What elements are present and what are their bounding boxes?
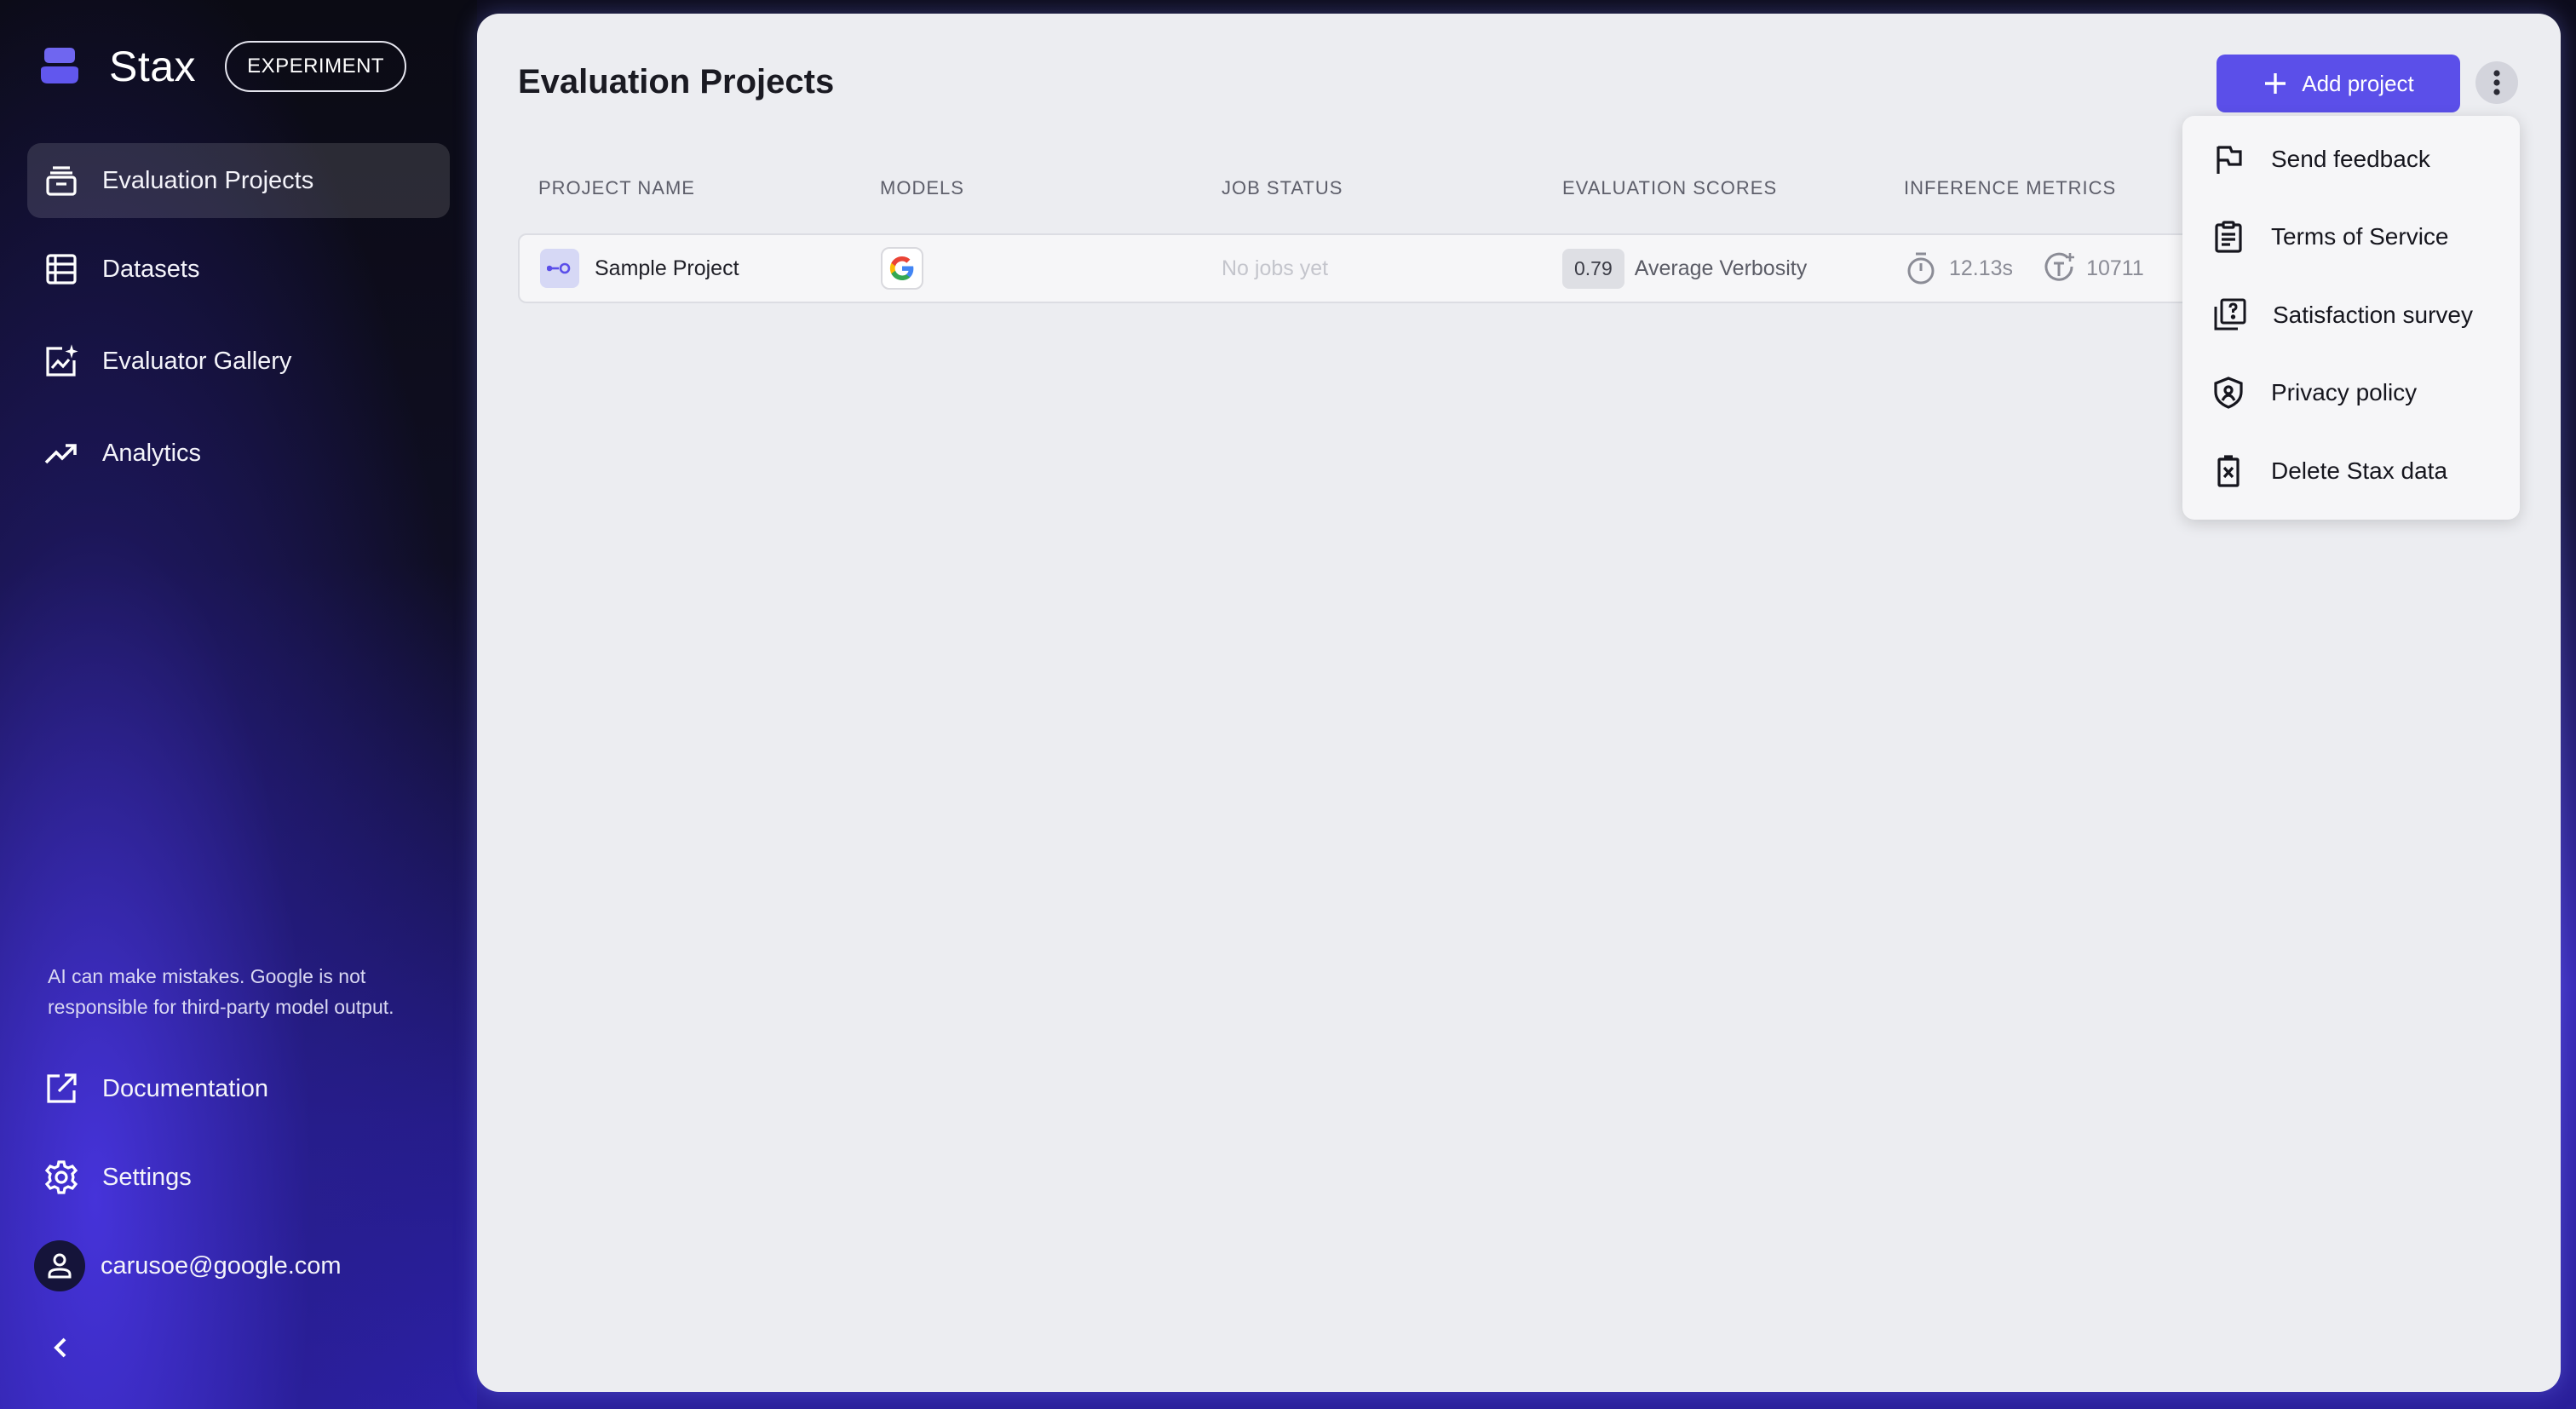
project-name: Sample Project — [595, 256, 739, 280]
user-email: carusoe@google.com — [101, 1251, 342, 1280]
column-header-models[interactable]: MODELS — [880, 177, 964, 199]
more-options-button[interactable] — [2475, 61, 2518, 104]
app-name: Stax — [109, 43, 197, 90]
menu-item-terms-of-service[interactable]: Terms of Service — [2182, 203, 2520, 271]
google-icon — [881, 247, 923, 290]
token-count: 10711 — [2086, 256, 2144, 280]
page-title: Evaluation Projects — [518, 63, 835, 101]
menu-item-privacy-policy[interactable]: Privacy policy — [2182, 359, 2520, 427]
documentation-link[interactable]: Documentation — [27, 1051, 450, 1126]
delete-data-icon — [2217, 455, 2240, 487]
disclaimer-text: AI can make mistakes. Google is not resp… — [48, 965, 394, 1018]
score-label: Average Verbosity — [1634, 256, 1808, 280]
column-header-project-name[interactable]: PROJECT NAME — [538, 177, 695, 199]
sidebar-item-datasets[interactable]: Datasets — [27, 232, 450, 307]
add-project-button[interactable]: Add project — [2217, 55, 2460, 112]
column-header-evaluation-scores[interactable]: EVALUATION SCORES — [1562, 177, 1777, 199]
trending-up-icon — [41, 433, 82, 474]
add-project-label: Add project — [2302, 70, 2414, 96]
sidebar-item-label: Evaluation Projects — [102, 166, 314, 194]
avatar — [34, 1240, 85, 1291]
sidebar-item-label: Evaluator Gallery — [102, 347, 292, 375]
dataset-icon — [41, 249, 82, 290]
sidebar-item-evaluator-gallery[interactable]: Evaluator Gallery — [27, 324, 450, 399]
sidebar-item-evaluation-projects[interactable]: Evaluation Projects — [27, 143, 450, 218]
latency-value: 12.13s — [1949, 256, 2014, 280]
documentation-label: Documentation — [102, 1074, 269, 1102]
sidebar-item-analytics[interactable]: Analytics — [27, 416, 450, 491]
evaluation-score-cell: 0.79 Average Verbosity — [1562, 235, 1807, 302]
menu-item-label: Satisfaction survey — [2273, 302, 2473, 328]
brand: Stax EXPERIMENT — [37, 41, 407, 92]
menu-item-label: Send feedback — [2271, 146, 2430, 172]
column-header-job-status[interactable]: JOB STATUS — [1222, 177, 1343, 199]
project-icon — [540, 249, 579, 288]
evaluator-gallery-icon — [41, 341, 82, 382]
column-header-inference-metrics[interactable]: INFERENCE METRICS — [1904, 177, 2116, 199]
experiment-badge: EXPERIMENT — [225, 41, 407, 92]
sidebar-item-label: Datasets — [102, 255, 200, 283]
score-value: 0.79 — [1562, 248, 1624, 289]
table-row[interactable]: Sample Project No jobs yet 0.79 Average … — [518, 233, 2273, 303]
collapse-sidebar-button[interactable] — [48, 1331, 75, 1365]
external-link-icon — [41, 1068, 82, 1109]
user-account[interactable]: carusoe@google.com — [27, 1228, 450, 1303]
token-icon — [2044, 252, 2075, 281]
menu-item-satisfaction-survey[interactable]: Satisfaction survey — [2182, 281, 2520, 349]
more-options-menu: Send feedback Terms of Service Satisfact… — [2182, 116, 2520, 520]
gear-icon — [41, 1157, 82, 1198]
more-vert-icon — [2493, 70, 2500, 95]
clipboard-icon — [2215, 221, 2242, 253]
sidebar: Stax EXPERIMENT Evaluation Projects Data… — [0, 0, 477, 1409]
shield-icon — [2214, 377, 2243, 409]
timer-icon — [1907, 252, 1935, 285]
plus-icon — [2265, 73, 2286, 94]
menu-item-label: Privacy policy — [2271, 379, 2418, 405]
models-cell — [881, 235, 923, 302]
inference-metrics-cell: 12.13s 10711 — [1905, 235, 2144, 302]
menu-item-delete-stax-data[interactable]: Delete Stax data — [2182, 437, 2520, 505]
survey-icon — [2214, 298, 2246, 331]
project-name-cell: Sample Project — [540, 235, 739, 302]
flag-icon — [2217, 146, 2242, 174]
settings-button[interactable]: Settings — [27, 1140, 450, 1215]
stax-logo-icon — [41, 48, 78, 83]
job-status: No jobs yet — [1222, 256, 1329, 280]
menu-item-label: Delete Stax data — [2271, 457, 2448, 484]
settings-label: Settings — [102, 1163, 192, 1191]
chevron-left-icon — [54, 1337, 66, 1358]
menu-item-label: Terms of Service — [2271, 223, 2449, 250]
projects-icon — [41, 160, 82, 201]
sidebar-item-label: Analytics — [102, 439, 202, 467]
menu-item-send-feedback[interactable]: Send feedback — [2182, 125, 2520, 193]
